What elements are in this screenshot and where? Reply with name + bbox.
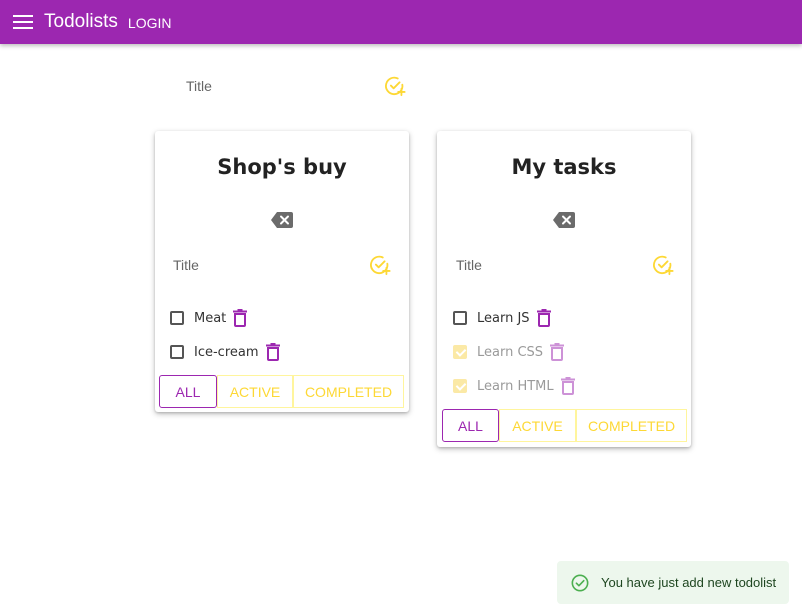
add-task-form [456,253,674,277]
task-checkbox[interactable] [453,379,467,393]
login-button[interactable]: LOGIN [128,13,172,31]
task-title[interactable]: Learn JS [477,311,530,326]
add-todolist-form [186,74,406,98]
trash-icon[interactable] [233,309,248,327]
filter-all-button[interactable]: ALL [442,409,499,442]
task-checkbox[interactable] [170,311,184,325]
success-snackbar: You have just add new todolist [557,561,789,604]
filter-active-button[interactable]: ACTIVE [217,375,293,408]
task-item: Learn JS [453,308,551,328]
trash-icon[interactable] [536,309,551,327]
add-task-form [173,253,391,277]
task-checkbox[interactable] [453,311,467,325]
add-task-icon[interactable] [369,254,391,276]
trash-icon[interactable] [560,377,575,395]
todolist-title[interactable]: Shop's buy [155,155,409,179]
add-task-input[interactable] [173,253,369,277]
add-task-icon[interactable] [652,254,674,276]
task-checkbox[interactable] [170,345,184,359]
task-title[interactable]: Ice-cream [194,345,259,360]
todolist-title[interactable]: My tasks [437,155,691,179]
add-todolist-input[interactable] [186,74,384,98]
todolist-card: My tasks Learn JS Learn CSS Learn HTML [437,131,691,447]
filter-completed-button[interactable]: COMPLETED [293,375,404,408]
task-title[interactable]: Learn HTML [477,379,554,394]
task-item: Learn HTML [453,376,575,396]
filter-buttons: ALL ACTIVE COMPLETED [442,409,687,442]
app-bar: Todolists LOGIN [0,0,802,44]
task-title[interactable]: Learn CSS [477,345,543,360]
add-task-icon[interactable] [384,75,406,97]
backspace-icon[interactable] [553,212,575,228]
task-item: Learn CSS [453,342,565,362]
trash-icon[interactable] [550,343,565,361]
task-checkbox[interactable] [453,345,467,359]
app-title: Todolists [44,11,118,32]
check-circle-icon [571,574,589,591]
snackbar-message: You have just add new todolist [601,575,777,590]
filter-buttons: ALL ACTIVE COMPLETED [159,375,404,408]
filter-all-button[interactable]: ALL [159,375,217,408]
task-item: Ice-cream [170,342,280,362]
filter-completed-button[interactable]: COMPLETED [576,409,687,442]
add-task-input[interactable] [456,253,652,277]
filter-active-button[interactable]: ACTIVE [499,409,576,442]
backspace-icon[interactable] [271,212,293,228]
menu-icon[interactable] [13,15,33,29]
task-title[interactable]: Meat [194,311,226,326]
todolist-card: Shop's buy Meat Ice-cream ALL ACTIVE COM… [155,131,409,412]
task-item: Meat [170,308,248,328]
trash-icon[interactable] [265,343,280,361]
